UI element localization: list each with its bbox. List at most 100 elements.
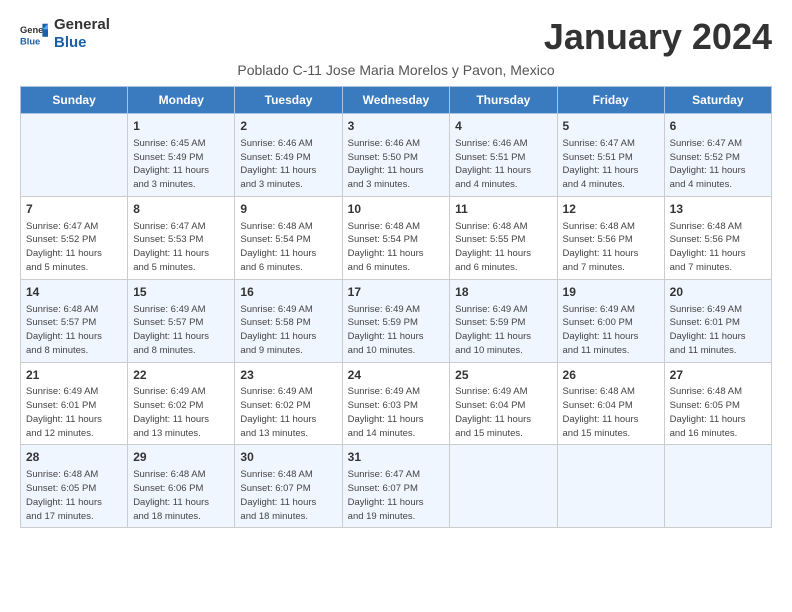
day-info: Sunrise: 6:49 AM Sunset: 6:04 PM Dayligh… [455, 385, 551, 440]
day-number: 18 [455, 284, 551, 301]
day-number: 2 [240, 118, 336, 135]
day-number: 24 [348, 367, 445, 384]
day-number: 19 [563, 284, 659, 301]
calendar-cell: 11 Sunrise: 6:48 AM Sunset: 5:55 PM Dayli… [450, 196, 557, 279]
day-number: 7 [26, 201, 122, 218]
day-number: 31 [348, 449, 445, 466]
calendar-cell: 20Sunrise: 6:49 AM Sunset: 6:01 PM Dayli… [664, 279, 771, 362]
day-info: Sunrise: 6:48 AM Sunset: 6:04 PM Dayligh… [563, 385, 659, 440]
calendar-table: SundayMondayTuesdayWednesdayThursdayFrid… [20, 86, 772, 528]
weekday-header-cell: Tuesday [235, 87, 342, 114]
weekday-header-cell: Saturday [664, 87, 771, 114]
calendar-cell: 1 Sunrise: 6:45 AM Sunset: 5:49 PM Daylig… [128, 114, 235, 197]
day-info: Sunrise: 6:48 AM Sunset: 5:54 PM Dayligh… [348, 220, 445, 275]
calendar-cell: 21Sunrise: 6:49 AM Sunset: 6:01 PM Dayli… [21, 362, 128, 445]
calendar-cell: 22Sunrise: 6:49 AM Sunset: 6:02 PM Dayli… [128, 362, 235, 445]
day-info: Sunrise: 6:48 AM Sunset: 6:05 PM Dayligh… [26, 468, 122, 523]
day-number: 4 [455, 118, 551, 135]
weekday-header-cell: Thursday [450, 87, 557, 114]
day-number: 12 [563, 201, 659, 218]
day-number: 29 [133, 449, 229, 466]
day-info: Sunrise: 6:49 AM Sunset: 6:00 PM Dayligh… [563, 303, 659, 358]
day-info: Sunrise: 6:48 AM Sunset: 6:07 PM Dayligh… [240, 468, 336, 523]
logo-blue-text: Blue [54, 34, 110, 52]
day-number: 5 [563, 118, 659, 135]
calendar-cell: 25Sunrise: 6:49 AM Sunset: 6:04 PM Dayli… [450, 362, 557, 445]
calendar-cell: 29 Sunrise: 6:48 AM Sunset: 6:06 PM Dayli… [128, 445, 235, 528]
weekday-header-row: SundayMondayTuesdayWednesdayThursdayFrid… [21, 87, 772, 114]
day-info: Sunrise: 6:49 AM Sunset: 6:02 PM Dayligh… [240, 385, 336, 440]
calendar-cell: 12 Sunrise: 6:48 AM Sunset: 5:56 PM Dayli… [557, 196, 664, 279]
day-number: 30 [240, 449, 336, 466]
day-info: Sunrise: 6:49 AM Sunset: 6:01 PM Dayligh… [26, 385, 122, 440]
day-info: Sunrise: 6:48 AM Sunset: 6:05 PM Dayligh… [670, 385, 766, 440]
day-number: 6 [670, 118, 766, 135]
day-number: 17 [348, 284, 445, 301]
day-number: 8 [133, 201, 229, 218]
day-info: Sunrise: 6:46 AM Sunset: 5:51 PM Dayligh… [455, 137, 551, 192]
day-number: 20 [670, 284, 766, 301]
logo-general-text: General [54, 16, 110, 34]
calendar-cell: 27Sunrise: 6:48 AM Sunset: 6:05 PM Dayli… [664, 362, 771, 445]
day-number: 1 [133, 118, 229, 135]
day-number: 23 [240, 367, 336, 384]
calendar-cell: 31 Sunrise: 6:47 AM Sunset: 6:07 PM Dayli… [342, 445, 450, 528]
day-info: Sunrise: 6:46 AM Sunset: 5:50 PM Dayligh… [348, 137, 445, 192]
calendar-cell: 24Sunrise: 6:49 AM Sunset: 6:03 PM Dayli… [342, 362, 450, 445]
weekday-header-cell: Sunday [21, 87, 128, 114]
calendar-cell: 10Sunrise: 6:48 AM Sunset: 5:54 PM Dayli… [342, 196, 450, 279]
calendar-cell [450, 445, 557, 528]
day-info: Sunrise: 6:46 AM Sunset: 5:49 PM Dayligh… [240, 137, 336, 192]
calendar-cell: 14 Sunrise: 6:48 AM Sunset: 5:57 PM Dayli… [21, 279, 128, 362]
day-number: 15 [133, 284, 229, 301]
calendar-cell: 3Sunrise: 6:46 AM Sunset: 5:50 PM Daylig… [342, 114, 450, 197]
calendar-cell: 6 Sunrise: 6:47 AM Sunset: 5:52 PM Daylig… [664, 114, 771, 197]
logo-icon: General Blue [20, 20, 48, 48]
month-title: January 2024 [544, 16, 772, 58]
day-number: 13 [670, 201, 766, 218]
weekday-header-cell: Monday [128, 87, 235, 114]
day-info: Sunrise: 6:47 AM Sunset: 5:53 PM Dayligh… [133, 220, 229, 275]
calendar-week-row: 28Sunrise: 6:48 AM Sunset: 6:05 PM Dayli… [21, 445, 772, 528]
calendar-body: 1 Sunrise: 6:45 AM Sunset: 5:49 PM Daylig… [21, 114, 772, 528]
calendar-cell: 15 Sunrise: 6:49 AM Sunset: 5:57 PM Dayli… [128, 279, 235, 362]
day-number: 25 [455, 367, 551, 384]
calendar-cell: 30 Sunrise: 6:48 AM Sunset: 6:07 PM Dayli… [235, 445, 342, 528]
day-info: Sunrise: 6:48 AM Sunset: 6:06 PM Dayligh… [133, 468, 229, 523]
calendar-cell: 17Sunrise: 6:49 AM Sunset: 5:59 PM Dayli… [342, 279, 450, 362]
day-info: Sunrise: 6:49 AM Sunset: 5:58 PM Dayligh… [240, 303, 336, 358]
day-info: Sunrise: 6:45 AM Sunset: 5:49 PM Dayligh… [133, 137, 229, 192]
day-info: Sunrise: 6:48 AM Sunset: 5:56 PM Dayligh… [563, 220, 659, 275]
day-number: 11 [455, 201, 551, 218]
svg-text:Blue: Blue [20, 36, 40, 46]
weekday-header-cell: Friday [557, 87, 664, 114]
calendar-cell: 4 Sunrise: 6:46 AM Sunset: 5:51 PM Daylig… [450, 114, 557, 197]
day-info: Sunrise: 6:48 AM Sunset: 5:55 PM Dayligh… [455, 220, 551, 275]
day-info: Sunrise: 6:47 AM Sunset: 5:52 PM Dayligh… [26, 220, 122, 275]
subtitle: Poblado C-11 Jose Maria Morelos y Pavon,… [20, 62, 772, 78]
day-info: Sunrise: 6:47 AM Sunset: 5:51 PM Dayligh… [563, 137, 659, 192]
logo: General Blue General Blue [20, 16, 110, 52]
day-info: Sunrise: 6:48 AM Sunset: 5:54 PM Dayligh… [240, 220, 336, 275]
calendar-cell [21, 114, 128, 197]
calendar-week-row: 1 Sunrise: 6:45 AM Sunset: 5:49 PM Daylig… [21, 114, 772, 197]
day-info: Sunrise: 6:49 AM Sunset: 6:02 PM Dayligh… [133, 385, 229, 440]
day-info: Sunrise: 6:47 AM Sunset: 6:07 PM Dayligh… [348, 468, 445, 523]
day-number: 22 [133, 367, 229, 384]
day-number: 27 [670, 367, 766, 384]
day-number: 26 [563, 367, 659, 384]
calendar-cell: 13Sunrise: 6:48 AM Sunset: 5:56 PM Dayli… [664, 196, 771, 279]
header: General Blue General Blue January 2024 [20, 16, 772, 58]
day-number: 14 [26, 284, 122, 301]
calendar-cell: 23Sunrise: 6:49 AM Sunset: 6:02 PM Dayli… [235, 362, 342, 445]
calendar-week-row: 14 Sunrise: 6:48 AM Sunset: 5:57 PM Dayli… [21, 279, 772, 362]
day-info: Sunrise: 6:49 AM Sunset: 5:59 PM Dayligh… [455, 303, 551, 358]
day-info: Sunrise: 6:49 AM Sunset: 6:03 PM Dayligh… [348, 385, 445, 440]
calendar-cell: 19 Sunrise: 6:49 AM Sunset: 6:00 PM Dayli… [557, 279, 664, 362]
day-number: 9 [240, 201, 336, 218]
day-info: Sunrise: 6:47 AM Sunset: 5:52 PM Dayligh… [670, 137, 766, 192]
day-info: Sunrise: 6:48 AM Sunset: 5:57 PM Dayligh… [26, 303, 122, 358]
day-number: 16 [240, 284, 336, 301]
weekday-header-cell: Wednesday [342, 87, 450, 114]
day-info: Sunrise: 6:49 AM Sunset: 5:57 PM Dayligh… [133, 303, 229, 358]
